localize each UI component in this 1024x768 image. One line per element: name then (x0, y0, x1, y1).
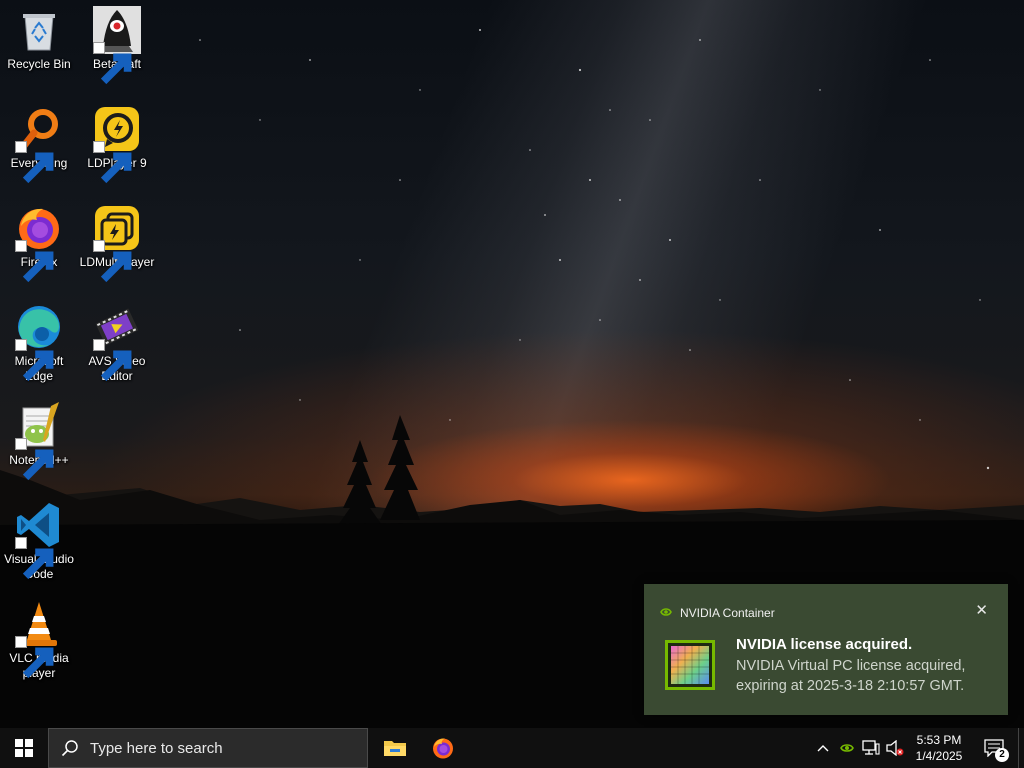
notification-app-header: NVIDIA Container (660, 604, 775, 622)
desktop-icon-firefox[interactable]: Firefox (1, 204, 77, 283)
shortcut-arrow-icon (93, 42, 132, 85)
desktop-icon-vlc[interactable]: VLC media player (1, 600, 77, 681)
shortcut-arrow-icon (15, 240, 54, 283)
desktop-icon-ldmultiplayer[interactable]: LDMultiPlayer (79, 204, 155, 283)
notepad-plus-plus-icon (15, 402, 63, 481)
recycle-bin-icon (15, 6, 63, 54)
volume-tray-button[interactable] (884, 728, 906, 768)
nvidia-tray-button[interactable] (836, 728, 858, 768)
vscode-icon (15, 501, 63, 580)
shortcut-arrow-icon (15, 636, 54, 679)
notification-title: NVIDIA license acquired. (736, 636, 913, 653)
notification-count-badge: 2 (995, 748, 1009, 762)
notification-close-icon[interactable]: ✕ (975, 601, 988, 619)
ldmultiplayer-icon (93, 204, 141, 283)
nvidia-logo-icon (660, 604, 672, 622)
desktop-icon-everything[interactable]: Everything (1, 105, 77, 184)
taskbar-clock[interactable]: 5:53 PM 1/4/2025 (906, 728, 972, 768)
network-tray-button[interactable] (860, 728, 882, 768)
desktop-icon-recycle-bin[interactable]: Recycle Bin (1, 6, 77, 72)
desktop-icon-ldplayer[interactable]: LDPlayer 9 (79, 105, 155, 184)
desktop-icon-notepad-plus-plus[interactable]: Notepad++ (1, 402, 77, 481)
shortcut-arrow-icon (15, 537, 54, 580)
edge-icon (15, 303, 63, 382)
shortcut-arrow-icon (93, 339, 132, 382)
show-hidden-icons-button[interactable] (812, 728, 834, 768)
desktop-icon-betacraft[interactable]: Betacraft (79, 6, 155, 85)
clock-time: 5:53 PM (916, 733, 962, 747)
windows-logo-icon (15, 739, 33, 757)
firefox-icon (15, 204, 63, 283)
taskbar-search-box[interactable] (48, 728, 368, 768)
ldplayer-icon (93, 105, 141, 184)
nvidia-notification-toast[interactable]: NVIDIA Container ✕ NVIDIA license acquir… (644, 584, 1008, 715)
shortcut-arrow-icon (15, 141, 54, 184)
chevron-up-icon (817, 745, 829, 752)
taskbar-file-explorer[interactable] (371, 728, 419, 768)
volume-muted-icon (886, 740, 904, 756)
shortcut-arrow-icon (15, 438, 54, 481)
firefox-icon (433, 738, 453, 759)
file-explorer-icon (384, 741, 406, 756)
clock-date: 1/4/2025 (915, 749, 963, 763)
network-icon (862, 740, 880, 755)
taskbar-firefox[interactable] (419, 728, 467, 768)
desktop-icon-label: Recycle Bin (7, 57, 71, 71)
shortcut-arrow-icon (93, 141, 132, 184)
notification-app-name: NVIDIA Container (680, 606, 775, 620)
avs-video-editor-icon (93, 303, 141, 382)
action-center-button[interactable]: 2 (978, 728, 1010, 768)
search-icon (61, 740, 78, 757)
shortcut-arrow-icon (93, 240, 132, 283)
nvidia-chip-icon (664, 639, 716, 691)
nvidia-tray-icon (840, 744, 854, 752)
desktop-icon-edge[interactable]: Microsoft Edge (1, 303, 77, 384)
betacraft-icon (93, 6, 141, 85)
desktop-icon-vscode[interactable]: Visual Studio Code (1, 501, 77, 582)
everything-search-icon (15, 105, 63, 184)
search-input[interactable] (88, 738, 352, 758)
start-button[interactable] (0, 728, 48, 768)
show-desktop-button[interactable] (1018, 728, 1024, 768)
taskbar: 5:53 PM 1/4/2025 2 (0, 728, 1024, 768)
desktop-icon-avs-video-editor[interactable]: AVS Video Editor (79, 303, 155, 384)
notification-body: NVIDIA Virtual PC license acquired, expi… (736, 658, 966, 694)
vlc-icon (15, 600, 63, 679)
shortcut-arrow-icon (15, 339, 54, 382)
